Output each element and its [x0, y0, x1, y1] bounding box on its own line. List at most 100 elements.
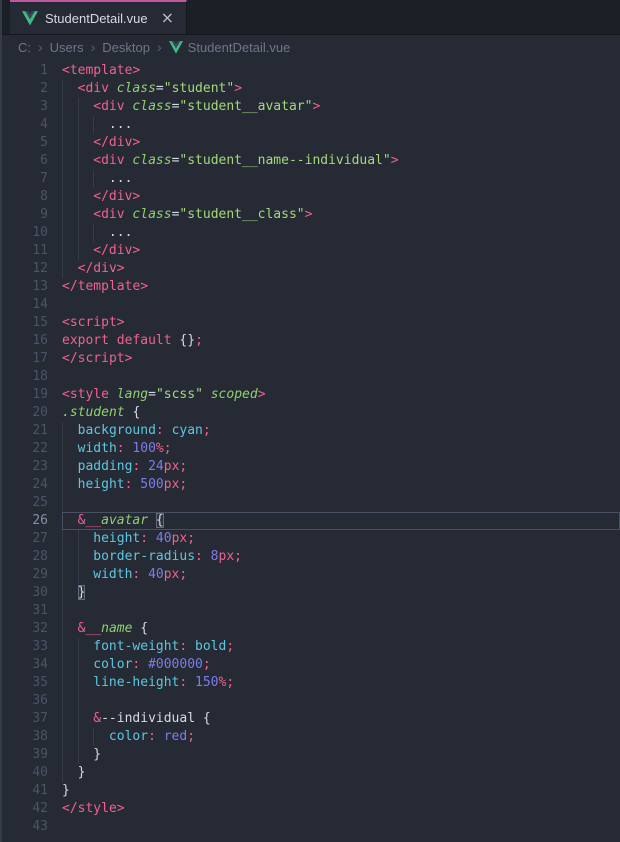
line-number: 28	[32, 549, 48, 564]
indent-guide	[77, 656, 94, 674]
indent-guide	[62, 602, 78, 620]
code-line[interactable]: 41}	[2, 782, 620, 800]
code-line[interactable]: 7...	[2, 170, 620, 188]
code-line[interactable]: 10...	[2, 224, 620, 242]
breadcrumb-users[interactable]: Users	[50, 40, 84, 55]
code-line[interactable]: 37 &--individual {	[2, 710, 620, 728]
code-token: </template>	[62, 279, 149, 294]
code-token: </div>	[77, 261, 125, 276]
code-line[interactable]: 24 height: 500px;	[2, 476, 620, 494]
code-token: >	[312, 99, 321, 114]
code-token: <template>	[62, 63, 141, 78]
code-line[interactable]: 5 </div>	[2, 134, 620, 152]
code-token: :	[195, 549, 203, 564]
tab-studentdetail[interactable]: StudentDetail.vue ×	[10, 0, 188, 34]
code-token: 500	[132, 477, 164, 492]
line-number: 43	[32, 819, 48, 834]
code-token: ;	[202, 657, 211, 672]
line-number: 10	[32, 225, 48, 240]
code-line[interactable]: 17 </script>	[2, 350, 620, 368]
code-line[interactable]: 20 .student {	[2, 404, 620, 422]
code-line[interactable]: 31	[2, 602, 620, 620]
code-line[interactable]: 32 &__name {	[2, 620, 620, 638]
chevron-right-icon: ›	[157, 39, 162, 55]
code-token: :	[116, 441, 125, 456]
code-line[interactable]: 11 </div>	[2, 242, 620, 260]
code-line[interactable]: 13 </template>	[2, 278, 620, 296]
code-token: class	[132, 207, 172, 222]
code-line[interactable]: 35 line-height: 150%;	[2, 674, 620, 692]
code-token: px;	[171, 531, 196, 546]
code-line[interactable]: 18	[2, 368, 620, 386]
code-line[interactable]: 8 </div>	[2, 188, 620, 206]
breadcrumb-drive[interactable]: C:	[18, 40, 31, 55]
code-line[interactable]: 40}	[2, 764, 620, 782]
code-line[interactable]: 23 padding: 24px;	[2, 458, 620, 476]
line-number: 30	[32, 585, 48, 600]
code-editor[interactable]: 1 <template> 2 <div class="student"> 3 <div c…	[2, 59, 620, 836]
line-number: 33	[32, 639, 48, 654]
indent-guide	[77, 638, 94, 656]
code-line[interactable]: 12 </div>	[2, 260, 620, 278]
code-token: 100	[124, 441, 156, 456]
line-number: 18	[32, 369, 48, 384]
indent-guide	[62, 710, 78, 728]
code-line[interactable]: 6 <div class="student__name--individual">	[2, 152, 620, 170]
code-line[interactable]: 22 width: 100%;	[2, 440, 620, 458]
line-number: 36	[32, 693, 48, 708]
code-line[interactable]: 19 <style lang="scss" scoped>	[2, 386, 620, 404]
indent-guide	[93, 170, 109, 188]
code-token: .student	[62, 405, 125, 420]
code-line[interactable]: 29 width: 40px;	[2, 566, 620, 584]
code-token: <style	[62, 387, 117, 402]
code-line[interactable]: 43	[2, 818, 620, 836]
code-token: =	[155, 81, 164, 96]
indent-guide	[62, 422, 78, 440]
code-token: name	[101, 621, 133, 636]
code-line[interactable]: 33 font-weight: bold;	[2, 638, 620, 656]
code-line[interactable]: 26 &__avatar {	[2, 512, 620, 530]
code-line[interactable]: 25	[2, 494, 620, 512]
code-line[interactable]: 21 background: cyan;	[2, 422, 620, 440]
code-line[interactable]: 9 <div class="student__class">	[2, 206, 620, 224]
indent-guide	[62, 656, 78, 674]
indent-guide	[77, 242, 94, 260]
indent-guide	[62, 134, 78, 152]
code-line[interactable]: 4...	[2, 116, 620, 134]
indent-guide	[62, 584, 78, 602]
code-token: ...	[108, 171, 133, 186]
indent-guide	[62, 566, 78, 584]
code-line[interactable]: 28 border-radius: 8px;	[2, 548, 620, 566]
code-token: =	[148, 387, 156, 402]
code-line[interactable]: 38 color: red;	[2, 728, 620, 746]
code-token: "student__class"	[179, 207, 305, 222]
line-number: 17	[32, 351, 48, 366]
code-token: </div>	[93, 243, 141, 258]
code-line[interactable]: 1 <template>	[2, 62, 620, 80]
code-line[interactable]: 14	[2, 296, 620, 314]
code-line[interactable]: 27 height: 40px;	[2, 530, 620, 548]
code-line[interactable]: 36	[2, 692, 620, 710]
code-line[interactable]: 39}	[2, 746, 620, 764]
code-line[interactable]: 42 </style>	[2, 800, 620, 818]
breadcrumb-desktop[interactable]: Desktop	[102, 40, 150, 55]
code-token: px;	[218, 549, 242, 564]
code-line[interactable]: 15 <script>	[2, 314, 620, 332]
line-number: 38	[32, 729, 48, 744]
line-number: 23	[32, 459, 48, 474]
code-line[interactable]: 30}	[2, 584, 620, 602]
line-number: 11	[32, 243, 48, 258]
indent-guide	[62, 224, 78, 242]
code-token: ;	[226, 639, 235, 654]
code-line[interactable]: 2 <div class="student">	[2, 80, 620, 98]
code-token: 8	[202, 549, 219, 564]
code-line[interactable]: 34 color: #000000;	[2, 656, 620, 674]
breadcrumb-file[interactable]: StudentDetail.vue	[168, 40, 290, 55]
code-token: ;	[195, 333, 203, 348]
code-line[interactable]: 3 <div class="student__avatar">	[2, 98, 620, 116]
close-icon[interactable]: ×	[161, 10, 174, 26]
code-token: 40	[140, 567, 164, 582]
code-token: border-radius	[93, 549, 196, 564]
code-line[interactable]: 16 export default {};	[2, 332, 620, 350]
code-token: height	[77, 477, 125, 492]
